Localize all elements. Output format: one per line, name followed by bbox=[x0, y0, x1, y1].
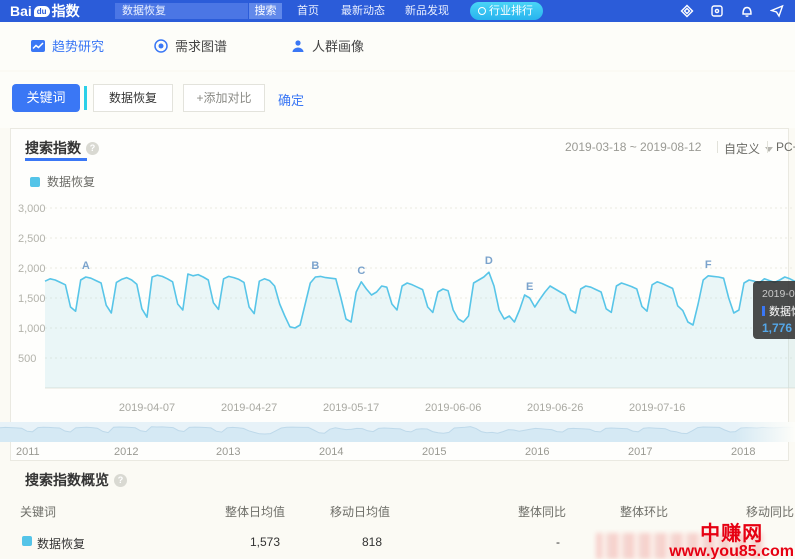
search-index-title: 搜索指数? bbox=[25, 138, 99, 158]
cell-mobile-daily-avg: 818 bbox=[361, 535, 382, 549]
overview-title-text: 搜索指数概览 bbox=[25, 472, 109, 488]
confirm-button[interactable]: 确定 bbox=[278, 90, 304, 109]
svg-text:A: A bbox=[82, 260, 90, 272]
industry-ranking-pill[interactable]: 行业排行 bbox=[470, 2, 543, 20]
tooltip-keyword: 数据恢复 bbox=[769, 306, 795, 318]
watermark-title: 中赚网 bbox=[700, 523, 764, 545]
row-color-swatch bbox=[22, 536, 32, 546]
trend-line-chart[interactable]: 3,000 2,500 2,000 1,500 1,000 500 A B C D E F 2019-0… bbox=[0, 195, 795, 425]
title-text: 搜索指数 bbox=[25, 140, 81, 156]
nav-link-home[interactable]: 首页 bbox=[297, 4, 319, 18]
svg-text:2019-07-16: 2019-07-16 bbox=[629, 402, 685, 414]
svg-text:2019-06-26: 2019-06-26 bbox=[527, 402, 583, 414]
logo-text-suffix: 指数 bbox=[51, 3, 80, 19]
year-label[interactable]: 2017 bbox=[628, 446, 652, 458]
brush-mini-chart bbox=[0, 426, 795, 442]
device-label: PC+ bbox=[776, 140, 795, 154]
help-icon[interactable]: ? bbox=[114, 474, 127, 487]
pill-label: 行业排行 bbox=[489, 5, 533, 17]
person-icon bbox=[290, 38, 306, 54]
col-header-keyword: 关键词 bbox=[20, 505, 57, 519]
col-header-overall-yoy: 整体同比 bbox=[518, 505, 567, 519]
svg-text:1,000: 1,000 bbox=[18, 323, 46, 335]
nav-link-news[interactable]: 最新动态 bbox=[341, 4, 385, 18]
device-dropdown[interactable]: PC+ bbox=[776, 140, 795, 154]
device-sep bbox=[763, 140, 772, 154]
col-header-overall-daily-avg: 整体日均值 bbox=[225, 505, 286, 519]
keyword-bar: 关键词 数据恢复 +添加对比 确定 bbox=[0, 72, 795, 128]
svg-text:F: F bbox=[705, 259, 712, 271]
tab-label: 人群画像 bbox=[312, 39, 365, 54]
trend-chart-icon bbox=[30, 38, 46, 54]
baidu-cloud-icon: du bbox=[33, 5, 50, 17]
help-icon[interactable]: ? bbox=[86, 142, 99, 155]
svg-text:2019-06-06: 2019-06-06 bbox=[425, 402, 481, 414]
radar-circle-icon bbox=[153, 38, 169, 54]
watermark-url: www.you85.com bbox=[669, 543, 794, 559]
svg-text:1,500: 1,500 bbox=[18, 293, 46, 305]
svg-text:B: B bbox=[311, 260, 319, 272]
overview-title: 搜索指数概览? bbox=[25, 470, 127, 490]
tab-label: 趋势研究 bbox=[52, 39, 105, 54]
timeline-brush[interactable] bbox=[0, 422, 795, 442]
svg-text:2019-04-27: 2019-04-27 bbox=[221, 402, 277, 414]
svg-text:3,000: 3,000 bbox=[18, 203, 46, 215]
nav-link-new-products[interactable]: 新品发现 bbox=[405, 4, 449, 18]
custom-range-label: 自定义 bbox=[724, 142, 761, 156]
baidu-index-logo[interactable]: Bai du 指数 bbox=[10, 0, 80, 22]
chart-tooltip: 2019-08-12 数据恢复 1,776 bbox=[753, 281, 795, 339]
tooltip-value: 1,776 bbox=[762, 321, 793, 335]
year-label[interactable]: 2018 bbox=[731, 446, 755, 458]
tab-audience-profile[interactable]: 人群画像 bbox=[290, 36, 364, 55]
svg-text:2,000: 2,000 bbox=[18, 263, 46, 275]
app-grid-icon[interactable] bbox=[710, 4, 724, 18]
keyword-button[interactable]: 关键词 bbox=[12, 84, 80, 112]
year-label[interactable]: 2013 bbox=[216, 446, 240, 458]
ranking-icon bbox=[478, 7, 486, 15]
diamond-icon[interactable] bbox=[680, 4, 694, 18]
cursor-caret bbox=[84, 86, 87, 110]
col-header-mobile-daily-avg: 移动日均值 bbox=[330, 505, 391, 519]
svg-text:D: D bbox=[485, 255, 493, 267]
svg-text:C: C bbox=[357, 265, 365, 277]
year-label[interactable]: 2011 bbox=[16, 446, 40, 458]
year-label[interactable]: 2015 bbox=[422, 446, 446, 458]
year-label[interactable]: 2016 bbox=[525, 446, 549, 458]
svg-text:2019-05-17: 2019-05-17 bbox=[323, 402, 379, 414]
module-tabs: 趋势研究 需求图谱 人群画像 bbox=[0, 22, 795, 70]
year-label[interactable]: 2012 bbox=[114, 446, 138, 458]
cell-overall-daily-avg: 1,573 bbox=[249, 535, 280, 549]
active-tab-underline bbox=[25, 158, 87, 161]
svg-text:E: E bbox=[526, 281, 533, 293]
site-watermark: 中赚网 www.you85.com bbox=[669, 524, 794, 559]
tab-demand-graph[interactable]: 需求图谱 bbox=[153, 36, 227, 55]
tooltip-keyword-row: 数据恢复 bbox=[762, 303, 795, 319]
add-compare-button[interactable]: +添加对比 bbox=[183, 84, 265, 112]
tooltip-series-marker bbox=[762, 306, 765, 316]
page: Baidu指数 数据恢复 搜索 首页 最新动态 新品发现 行业排行 趋势研究 bbox=[0, 0, 795, 559]
legend-label: 数据恢复 bbox=[47, 175, 96, 189]
year-label[interactable]: 2014 bbox=[319, 446, 343, 458]
date-range-label: 2019-03-18 ~ 2019-08-12 bbox=[565, 140, 702, 154]
top-navbar: Bai du 指数 数据恢复 搜索 首页 最新动态 新品发现 行业排行 bbox=[0, 0, 795, 22]
cell-overall-yoy: - bbox=[556, 535, 560, 549]
table-row-keyword[interactable]: 数据恢复 bbox=[37, 535, 85, 552]
svg-text:500: 500 bbox=[18, 353, 36, 365]
col-header-overall-qoq: 整体环比 bbox=[620, 505, 669, 519]
tab-trend-research[interactable]: 趋势研究 bbox=[30, 36, 104, 55]
nav-search-input[interactable]: 数据恢复 bbox=[115, 3, 248, 19]
col-header-mobile-yoy: 移动同比 bbox=[746, 505, 795, 519]
bell-icon[interactable] bbox=[740, 4, 754, 18]
logo-text-bai: Bai bbox=[10, 3, 32, 19]
tab-label: 需求图谱 bbox=[175, 39, 228, 54]
legend-item: 数据恢复 bbox=[30, 173, 95, 190]
tooltip-date: 2019-08-12 bbox=[762, 288, 795, 300]
svg-text:2019-04-07: 2019-04-07 bbox=[119, 402, 175, 414]
brush-fade bbox=[735, 422, 795, 442]
svg-text:2,500: 2,500 bbox=[18, 233, 46, 245]
paper-plane-icon[interactable] bbox=[769, 4, 784, 18]
legend-color-swatch bbox=[30, 176, 40, 187]
keyword-tag[interactable]: 数据恢复 bbox=[93, 84, 173, 112]
nav-search-button[interactable]: 搜索 bbox=[249, 3, 282, 19]
